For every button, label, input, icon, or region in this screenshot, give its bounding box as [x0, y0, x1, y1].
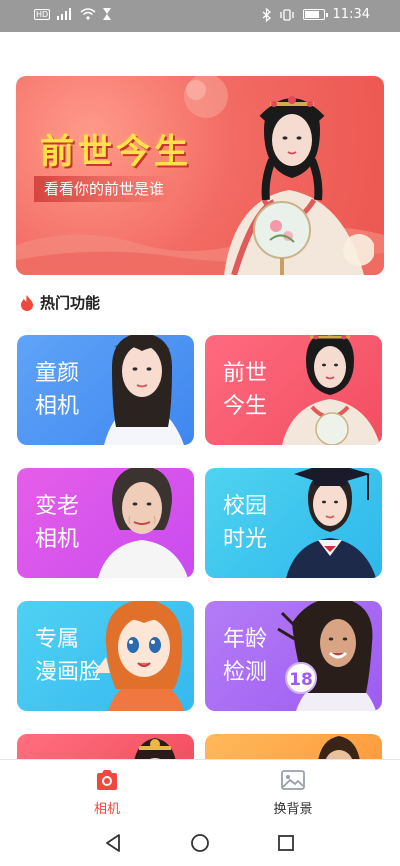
- hanfu-woman-photo: [282, 335, 380, 445]
- bottom-nav: 相机 换背景: [0, 759, 400, 823]
- nav-change-background[interactable]: 换背景: [243, 770, 343, 817]
- young-girl-photo: [104, 335, 184, 445]
- smiling-woman-photo: [277, 601, 376, 711]
- hourglass-icon: [103, 8, 112, 20]
- anime-girl-illustration: [94, 601, 184, 711]
- vibrate-icon: [279, 8, 294, 21]
- hero-subtitle: 看看你的前世是谁: [34, 176, 175, 202]
- section-header: 热门功能: [20, 292, 100, 313]
- feature-card-age-detection[interactable]: 年龄 检测 18: [205, 601, 382, 711]
- image-icon: [281, 770, 305, 790]
- battery-icon: [302, 9, 328, 20]
- system-nav-bar: [0, 823, 400, 866]
- signal-icon: [57, 8, 72, 20]
- flame-icon: [21, 294, 33, 311]
- hero-banner[interactable]: 前世今生 看看你的前世是谁: [16, 76, 384, 275]
- back-icon[interactable]: [103, 833, 123, 853]
- status-right: 11:34: [262, 7, 370, 22]
- elderly-woman-photo: [98, 468, 188, 578]
- bluetooth-icon: [262, 7, 271, 22]
- section-title: 热门功能: [40, 294, 101, 312]
- hero-title: 前世今生: [40, 132, 192, 172]
- camera-icon: [97, 770, 117, 790]
- status-time: 11:34: [332, 7, 370, 22]
- feature-card-aging-camera[interactable]: 变老 相机: [17, 468, 194, 578]
- feature-card-campus-time[interactable]: 校园 时光: [205, 468, 382, 578]
- graduate-girl-photo: [286, 468, 376, 578]
- wifi-icon: [80, 8, 96, 20]
- home-icon[interactable]: [190, 833, 210, 853]
- nav-camera[interactable]: 相机: [57, 770, 157, 817]
- recents-icon[interactable]: [276, 833, 296, 853]
- feature-card-past-life[interactable]: 前世 今生: [205, 335, 382, 445]
- feature-card-exclusive-cartoon-face[interactable]: 专属 漫画脸: [17, 601, 194, 711]
- nav-camera-label: 相机: [93, 802, 120, 817]
- status-left: HD: [34, 8, 112, 20]
- hanfu-woman-illustration: [224, 96, 374, 275]
- hd-icon: HD: [34, 8, 51, 20]
- feature-card-baby-face-camera[interactable]: 童颜 相机: [17, 335, 194, 445]
- status-bar: HD 11:34: [0, 0, 400, 32]
- nav-background-label: 换背景: [273, 802, 313, 817]
- age-badge: 18: [285, 662, 317, 694]
